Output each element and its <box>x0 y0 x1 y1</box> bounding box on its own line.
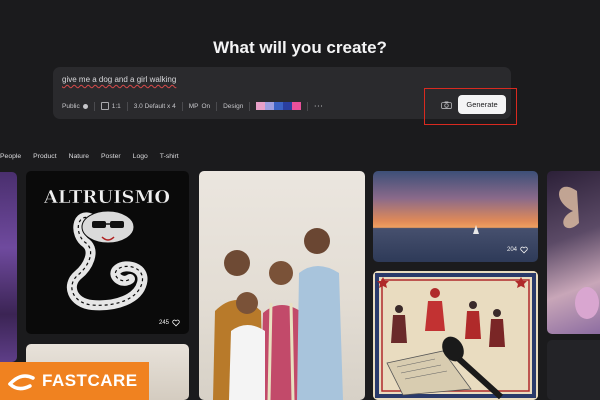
heart-icon[interactable] <box>520 246 528 254</box>
category-tab-people[interactable]: People <box>0 153 21 160</box>
aspect-ratio-selector[interactable]: 1:1 <box>100 102 121 110</box>
model-label: 3.0 Default x 4 <box>133 102 176 110</box>
divider <box>93 101 95 111</box>
category-tab-t-shirt[interactable]: T-shirt <box>160 153 179 160</box>
fastcare-logo-icon <box>8 374 35 391</box>
divider <box>307 101 309 111</box>
category-tab-poster[interactable]: Poster <box>101 153 121 160</box>
aspect-ratio-label: 1:1 <box>111 102 121 110</box>
style-label: Design <box>223 102 244 110</box>
page-title: What will you create? <box>213 38 387 57</box>
likes-count: 245 <box>159 320 170 326</box>
palette-swatch <box>256 102 266 110</box>
heart-icon[interactable] <box>172 319 180 327</box>
more-options-button[interactable]: ··· <box>314 103 324 110</box>
divider <box>216 101 218 111</box>
palette-swatch <box>274 102 284 110</box>
palette-swatch <box>265 102 275 110</box>
aspect-ratio-icon <box>100 102 109 110</box>
butterfly-illustration <box>559 186 599 319</box>
magic-prompt-value: On <box>201 102 211 110</box>
likes-counter[interactable]: 204 <box>507 246 528 254</box>
gallery-image-sunset[interactable]: 204 <box>373 171 538 262</box>
category-tabs: People Product Nature Poster Logo T-shirt <box>0 153 179 160</box>
highlight-box <box>424 88 517 125</box>
likes-count: 204 <box>507 247 518 253</box>
family-photo <box>213 228 343 400</box>
watermark-text: FASTCARE <box>42 371 138 390</box>
magic-prompt-label: MP <box>188 102 199 110</box>
model-selector[interactable]: 3.0 Default x 4 <box>134 103 176 110</box>
likes-counter[interactable]: 245 <box>159 319 180 327</box>
category-tab-logo[interactable]: Logo <box>133 153 148 160</box>
prompt-input[interactable]: give me a dog and a girl walking <box>62 75 176 84</box>
gallery-image-vintage-poster[interactable] <box>373 271 538 400</box>
visibility-selector[interactable]: Public <box>62 103 88 110</box>
globe-icon <box>82 103 88 109</box>
divider <box>249 101 251 111</box>
poster-illustration <box>373 271 538 400</box>
category-tab-product[interactable]: Product <box>33 153 56 160</box>
prompt-toolbar: Public 1:1 3.0 Default x 4 MP On Design … <box>62 100 324 112</box>
gallery-image-butterfly[interactable] <box>547 171 600 334</box>
magic-prompt-toggle[interactable]: MP On <box>189 103 210 110</box>
gallery-image-dark[interactable] <box>547 340 600 400</box>
fastcare-watermark: FASTCARE <box>0 362 149 400</box>
cobra-illustration: ALTRUISMO <box>43 187 170 311</box>
style-selector[interactable]: Design <box>223 103 243 110</box>
divider <box>181 101 183 111</box>
gallery-image-family[interactable] <box>199 171 365 400</box>
category-tab-nature[interactable]: Nature <box>69 153 89 160</box>
cobra-title: ALTRUISMO <box>43 187 170 208</box>
color-palette-selector[interactable] <box>256 102 302 110</box>
gallery-image-cobra[interactable]: ALTRUISMO 245 <box>26 171 189 334</box>
palette-swatch <box>283 102 293 110</box>
divider <box>126 101 128 111</box>
palette-swatch <box>292 102 302 110</box>
gallery-image-purple-flowers[interactable] <box>0 172 17 362</box>
visibility-label: Public <box>62 102 80 110</box>
